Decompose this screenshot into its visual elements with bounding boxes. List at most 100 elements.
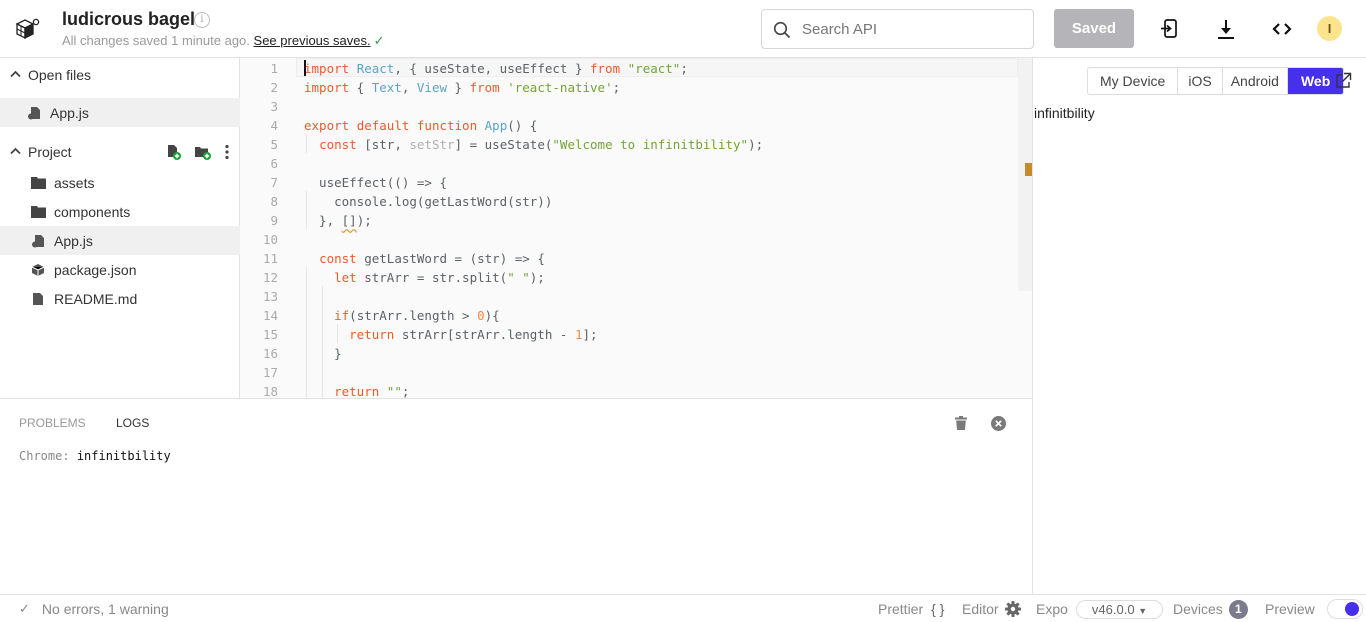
line-number-gutter: 1 2 3 4 5 6 7 8 9 10 11 12 13 14 15 16 17 18 xyxy=(240,58,296,398)
line-number: 4 xyxy=(270,118,278,133)
gear-icon xyxy=(1004,601,1021,617)
folder-icon xyxy=(30,175,46,191)
line-number: 12 xyxy=(262,270,278,285)
file-name: README.md xyxy=(54,290,138,307)
dropdown-caret-icon: ▼ xyxy=(1138,605,1148,616)
open-file-item[interactable]: App.js xyxy=(0,98,240,127)
open-files-header[interactable]: Open files xyxy=(0,60,240,90)
status-text: No errors, 1 warning xyxy=(41,601,169,617)
line-number: 7 xyxy=(270,175,278,190)
line-number: 8 xyxy=(270,194,278,209)
open-in-new-window-icon[interactable] xyxy=(1335,72,1352,92)
saved-button[interactable]: Saved xyxy=(1054,9,1134,48)
code-line[interactable]: }, []); xyxy=(304,211,372,230)
markdown-file-icon xyxy=(30,291,46,307)
package-icon xyxy=(30,262,46,278)
platform-tab-android[interactable]: Android xyxy=(1223,68,1288,94)
project-logo-icon[interactable] xyxy=(14,15,42,43)
prettier-button[interactable]: Prettier { } xyxy=(878,595,944,622)
file-name: components xyxy=(54,203,131,220)
preview-toggle[interactable] xyxy=(1326,599,1363,619)
save-status-text: All changes saved 1 minute ago. xyxy=(62,33,250,48)
sdk-version-dropdown[interactable]: v46.0.0 ▼ xyxy=(1075,599,1164,619)
console-panel: PROBLEMS LOGS Chrome: infinitbility xyxy=(0,398,1032,594)
top-header: ludicrous bagel i All changes saved 1 mi… xyxy=(0,0,1366,58)
project-file-item[interactable]: components xyxy=(0,197,240,226)
previous-saves-link[interactable]: See previous saves. xyxy=(254,33,371,48)
console-log-entry: Chrome: infinitbility xyxy=(19,449,171,463)
new-file-icon[interactable] xyxy=(166,144,182,160)
embed-code-icon[interactable] xyxy=(1270,17,1294,41)
chevron-up-icon xyxy=(10,146,22,158)
code-line[interactable]: return ""; xyxy=(304,382,409,398)
toggle-knob xyxy=(1344,602,1359,616)
code-editor[interactable]: 1 2 3 4 5 6 7 8 9 10 11 12 13 14 15 16 17 18 import React… xyxy=(240,58,1032,398)
line-number: 17 xyxy=(262,365,278,380)
download-icon[interactable] xyxy=(1214,17,1238,41)
problems-status[interactable]: ✓ No errors, 1 warning xyxy=(19,595,169,622)
line-number: 13 xyxy=(262,289,278,304)
braces-icon: { } xyxy=(931,601,945,617)
code-line[interactable]: if(strArr.length > 0){ xyxy=(304,306,500,325)
platform-selector: My Device iOS Android Web xyxy=(1087,67,1345,95)
clear-logs-trash-icon[interactable] xyxy=(955,416,967,433)
user-avatar[interactable]: I xyxy=(1317,16,1342,41)
status-bar: ✓ No errors, 1 warning Prettier { } Edit… xyxy=(0,594,1366,622)
devices-label: Devices xyxy=(1173,601,1223,617)
code-line[interactable]: console.log(getLastWord(str)) xyxy=(304,192,552,211)
tab-logs[interactable]: LOGS xyxy=(116,416,149,430)
platform-tab-ios[interactable]: iOS xyxy=(1178,68,1223,94)
project-file-item[interactable]: README.md xyxy=(0,284,240,313)
more-options-icon[interactable] xyxy=(224,144,230,160)
chevron-up-icon xyxy=(10,69,22,81)
search-api-box[interactable] xyxy=(761,9,1034,49)
code-line[interactable]: export default function App() { xyxy=(304,116,537,135)
line-number: 10 xyxy=(262,232,278,247)
project-title[interactable]: ludicrous bagel xyxy=(62,9,195,30)
code-line[interactable]: useEffect(() => { xyxy=(304,173,447,192)
project-file-item[interactable]: App.js xyxy=(0,226,240,255)
log-message: infinitbility xyxy=(76,449,171,463)
warning-marker[interactable] xyxy=(1025,163,1032,176)
platform-tab-my-device[interactable]: My Device xyxy=(1088,68,1179,94)
editor-label: Editor xyxy=(962,601,999,617)
file-name: assets xyxy=(54,174,95,191)
devices-count-badge: 1 xyxy=(1228,599,1248,619)
line-number: 3 xyxy=(270,99,278,114)
code-line[interactable]: const [str, setStr] = useState("Welcome … xyxy=(304,135,763,154)
text-cursor xyxy=(304,60,306,76)
code-line[interactable]: let strArr = str.split(" "); xyxy=(304,268,545,287)
folder-icon xyxy=(30,204,46,220)
info-icon[interactable]: i xyxy=(194,12,210,28)
tab-problems[interactable]: PROBLEMS xyxy=(19,416,86,430)
code-line[interactable]: import React, { useState, useEffect } fr… xyxy=(304,59,688,78)
log-source: Chrome: xyxy=(19,449,70,463)
preview-panel: My Device iOS Android Web infinitbility xyxy=(1032,58,1366,594)
preview-toggle-control[interactable]: Preview xyxy=(1265,595,1363,622)
project-file-item[interactable]: assets xyxy=(0,168,240,197)
code-line[interactable]: return strArr[strArr.length - 1]; xyxy=(304,325,597,344)
close-console-icon[interactable] xyxy=(991,416,1006,434)
file-name: App.js xyxy=(54,232,93,249)
line-number: 18 xyxy=(262,384,278,398)
new-folder-icon[interactable] xyxy=(194,144,212,160)
js-file-icon xyxy=(30,233,46,249)
prettier-label: Prettier xyxy=(878,601,924,617)
run-on-device-icon[interactable] xyxy=(1158,17,1182,41)
devices-button[interactable]: Devices 1 xyxy=(1173,595,1248,622)
project-actions xyxy=(166,137,230,167)
code-line[interactable]: import { Text, View } from 'react-native… xyxy=(304,78,620,97)
line-number: 6 xyxy=(270,156,278,171)
line-number: 5 xyxy=(270,137,278,152)
preview-label: Preview xyxy=(1265,601,1315,617)
project-file-item[interactable]: package.json xyxy=(0,255,240,284)
code-line[interactable]: } xyxy=(304,344,342,363)
search-api-input[interactable] xyxy=(802,10,1027,48)
sdk-version: v46.0.0 xyxy=(1091,601,1135,617)
save-status: All changes saved 1 minute ago. See prev… xyxy=(62,33,385,49)
editor-settings-button[interactable]: Editor xyxy=(962,595,1021,622)
code-line[interactable]: const getLastWord = (str) => { xyxy=(304,249,545,268)
project-header[interactable]: Project xyxy=(0,137,240,167)
expo-label: Expo xyxy=(1036,601,1068,617)
expo-sdk-selector[interactable]: Expo v46.0.0 ▼ xyxy=(1036,595,1164,622)
